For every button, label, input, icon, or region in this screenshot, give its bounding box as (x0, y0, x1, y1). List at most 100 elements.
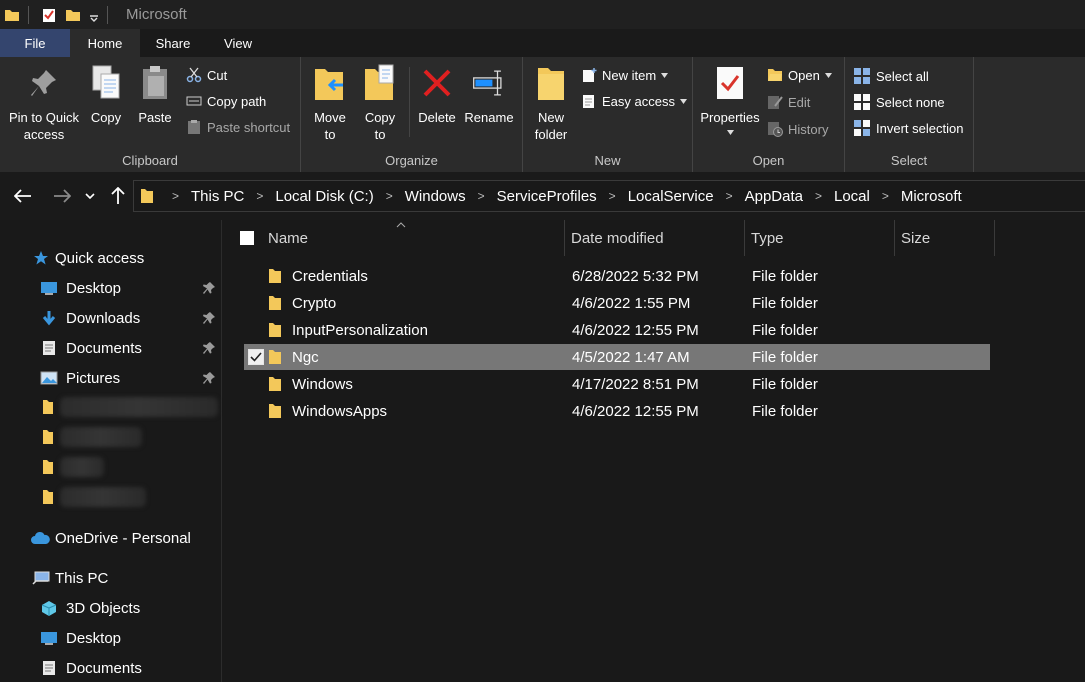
pin-icon[interactable] (202, 341, 216, 355)
redacted-folder-name[interactable] (60, 487, 146, 507)
pin-label-1: Pin to Quick (8, 110, 80, 125)
pin-icon[interactable] (202, 311, 216, 325)
nav-quick-access[interactable]: Quick access (32, 244, 144, 272)
breadcrumb-localservice[interactable]: LocalService (628, 188, 714, 205)
tab-view[interactable]: View (206, 29, 270, 57)
paste-shortcut-button[interactable]: Paste shortcut (186, 119, 290, 135)
open-folder-icon (768, 69, 782, 81)
table-row-selected[interactable]: Ngc 4/5/2022 1:47 AM File folder (244, 344, 990, 370)
new-folder-button[interactable]: New folder (531, 63, 571, 143)
title-bar: Microsoft (0, 0, 1085, 29)
desktop-icon (41, 282, 57, 295)
nav-label: Pictures (66, 369, 121, 387)
pin-icon (31, 70, 56, 96)
edit-label: Edit (788, 94, 811, 110)
invert-selection-icon (854, 120, 870, 136)
up-button[interactable] (107, 184, 129, 208)
redacted-folder-name[interactable] (60, 397, 218, 417)
copy-button[interactable]: Copy (86, 63, 126, 126)
documents-icon (43, 661, 55, 675)
breadcrumb-local[interactable]: Local (834, 188, 870, 205)
copy-to-button[interactable]: Copy to (361, 63, 399, 143)
tab-home[interactable]: Home (70, 29, 140, 57)
move-to-button[interactable]: Move to (311, 63, 349, 143)
history-button[interactable]: History (767, 121, 828, 137)
redacted-folder-name[interactable] (60, 427, 142, 447)
open-button[interactable]: Open (767, 67, 832, 83)
nav-label: Documents (66, 339, 142, 357)
nav-pictures[interactable]: Pictures (40, 364, 120, 392)
ribbon: Pin to Quick access Copy Paste Cut Copy … (0, 57, 1085, 172)
pin-icon[interactable] (202, 281, 216, 295)
rename-button[interactable]: Rename (463, 63, 515, 126)
folder-icon (43, 460, 53, 474)
pin-to-quick-access-button[interactable]: Pin to Quick access (6, 63, 82, 143)
rename-icon (473, 70, 502, 96)
nav-pc-desktop[interactable]: Desktop (40, 624, 121, 652)
nav-documents[interactable]: Documents (40, 334, 142, 362)
customize-dropdown-icon[interactable] (89, 7, 99, 23)
nav-label: Quick access (55, 249, 145, 267)
paste-shortcut-icon (188, 120, 200, 134)
edit-button[interactable]: Edit (767, 94, 810, 110)
organize-group-label: Organize (385, 153, 438, 168)
paste-label: Paste (138, 110, 172, 125)
file-date: 4/6/2022 12:55 PM (572, 402, 699, 420)
table-row[interactable]: WindowsApps 4/6/2022 12:55 PM File folde… (244, 398, 990, 424)
table-row[interactable]: InputPersonalization 4/6/2022 12:55 PM F… (244, 317, 990, 343)
properties-label: Properties (700, 110, 760, 125)
tab-share[interactable]: Share (140, 29, 206, 57)
select-none-button[interactable]: Select none (853, 93, 945, 111)
copy-path-label: Copy path (207, 93, 267, 109)
dropdown-arrow-icon (679, 98, 687, 104)
breadcrumb-this-pc[interactable]: This PC (191, 188, 244, 205)
copy-path-button[interactable]: Copy path (186, 93, 266, 109)
table-row[interactable]: Crypto 4/6/2022 1:55 PM File folder (244, 290, 990, 316)
breadcrumb-serviceprofiles[interactable]: ServiceProfiles (497, 188, 597, 205)
column-header-date[interactable]: Date modified (565, 220, 745, 256)
column-header-type[interactable]: Type (745, 220, 895, 256)
invert-selection-button[interactable]: Invert selection (853, 119, 963, 137)
new-folder-quick-icon[interactable] (65, 7, 81, 23)
breadcrumb-appdata[interactable]: AppData (745, 188, 803, 205)
nav-onedrive[interactable]: OneDrive - Personal (30, 524, 191, 552)
pin-icon[interactable] (202, 371, 216, 385)
column-header-size[interactable]: Size (895, 220, 995, 256)
tab-file[interactable]: File (0, 29, 70, 57)
properties-button[interactable]: Properties (697, 63, 763, 135)
breadcrumb-microsoft[interactable]: Microsoft (901, 188, 962, 205)
new-item-button[interactable]: New item (581, 67, 669, 83)
column-header-name[interactable]: Name (262, 220, 565, 256)
nav-this-pc[interactable]: This PC (32, 564, 108, 592)
folder-icon (43, 490, 53, 504)
select-all-button[interactable]: Select all (853, 67, 929, 85)
nav-desktop[interactable]: Desktop (40, 274, 121, 302)
forward-button[interactable] (51, 184, 73, 208)
divider (28, 5, 29, 24)
delete-button[interactable]: Delete (417, 63, 457, 126)
paste-button[interactable]: Paste (135, 63, 175, 126)
back-button[interactable] (12, 184, 34, 208)
cut-button[interactable]: Cut (186, 67, 227, 83)
easy-access-button[interactable]: Easy access (581, 93, 687, 109)
breadcrumb-local-disk[interactable]: Local Disk (C:) (275, 188, 373, 205)
easy-access-icon (583, 95, 594, 108)
dropdown-arrow-icon (726, 130, 734, 135)
recent-locations-button[interactable] (82, 184, 98, 208)
nav-label: Downloads (66, 309, 141, 327)
nav-3d-objects[interactable]: 3D Objects (40, 594, 140, 622)
table-row[interactable]: Credentials 6/28/2022 5:32 PM File folde… (244, 263, 990, 289)
select-all-icon (854, 68, 870, 84)
address-bar[interactable]: > This PC > Local Disk (C:) > Windows > … (133, 180, 1085, 212)
table-row[interactable]: Windows 4/17/2022 8:51 PM File folder (244, 371, 990, 397)
select-all-checkbox[interactable] (240, 231, 254, 245)
nav-pc-documents[interactable]: Documents (40, 654, 142, 682)
nav-downloads[interactable]: Downloads (40, 304, 140, 332)
breadcrumb-windows[interactable]: Windows (405, 188, 466, 205)
properties-quick-icon[interactable] (41, 7, 57, 23)
pictures-icon (40, 371, 58, 385)
column-label: Size (901, 229, 931, 247)
redacted-folder-name[interactable] (60, 457, 104, 477)
row-checkbox[interactable] (248, 349, 264, 365)
dropdown-arrow-icon (661, 72, 669, 78)
